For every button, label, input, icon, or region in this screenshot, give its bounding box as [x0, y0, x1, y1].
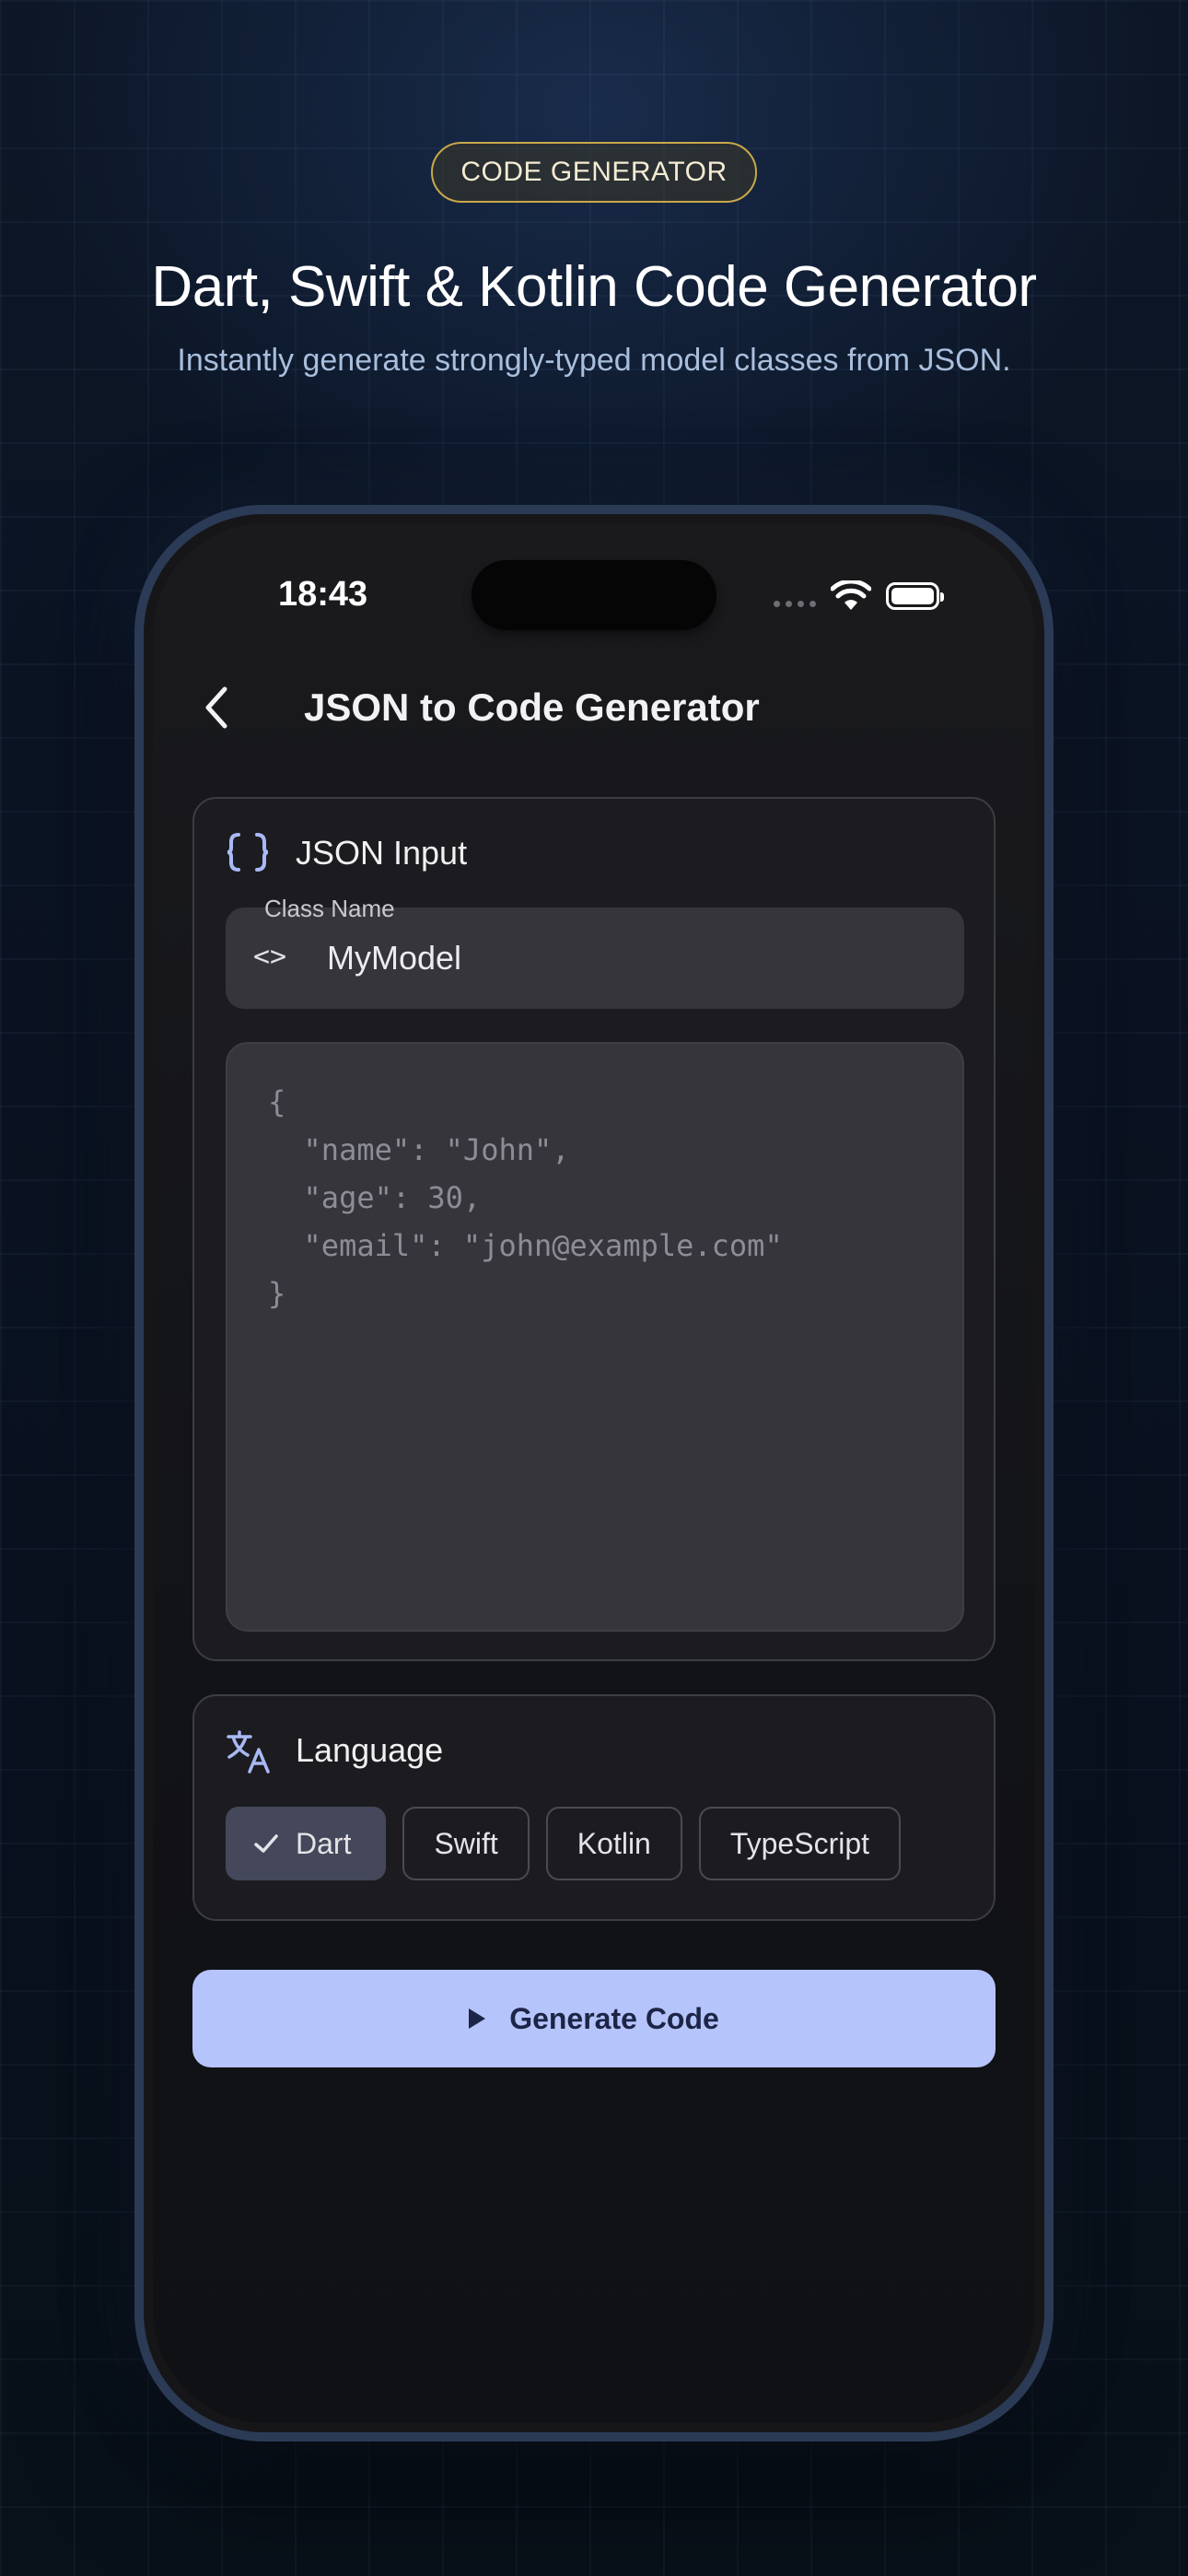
- screen-title: JSON to Code Generator: [304, 685, 760, 729]
- promo-subheadline: Instantly generate strongly-typed model …: [177, 343, 1011, 378]
- dynamic-island: [472, 560, 716, 630]
- json-input-title: JSON Input: [296, 834, 468, 872]
- play-icon: [469, 2008, 486, 2029]
- status-indicators: [774, 580, 949, 617]
- category-badge: CODE GENERATOR: [431, 142, 757, 203]
- json-line: "email": "john@example.com": [268, 1228, 783, 1263]
- json-line: }: [268, 1276, 286, 1311]
- language-title: Language: [296, 1731, 444, 1769]
- generate-code-button[interactable]: Generate Code: [192, 1970, 996, 2067]
- json-line: "name": "John",: [268, 1132, 570, 1167]
- chip-kotlin[interactable]: Kotlin: [545, 1807, 682, 1880]
- code-brackets-icon: <>: [253, 941, 287, 973]
- chip-dart[interactable]: Dart: [226, 1807, 387, 1880]
- status-time: 18:43: [278, 575, 368, 614]
- chip-label: Kotlin: [577, 1826, 651, 1860]
- json-line: "age": 30,: [268, 1180, 482, 1215]
- check-icon: [254, 1834, 278, 1853]
- wifi-icon: [831, 580, 871, 610]
- battery-icon: [886, 582, 944, 610]
- back-chevron-icon[interactable]: [193, 682, 245, 733]
- translate-icon: [227, 1730, 270, 1774]
- json-line: {: [268, 1084, 286, 1119]
- generate-code-label: Generate Code: [509, 2001, 719, 2035]
- class-name-value: MyModel: [327, 939, 462, 977]
- chip-swift[interactable]: Swift: [402, 1807, 530, 1880]
- promo-headline: Dart, Swift & Kotlin Code Generator: [151, 255, 1037, 319]
- language-card: Language Dart Swift Kotlin TypeScript: [192, 1694, 996, 1921]
- chip-label: Dart: [296, 1826, 352, 1860]
- chip-label: Swift: [434, 1826, 498, 1860]
- chip-typescript[interactable]: TypeScript: [698, 1807, 902, 1880]
- language-chip-group: Dart Swift Kotlin TypeScript: [226, 1807, 902, 1880]
- cellular-signal-icon: [774, 601, 816, 607]
- json-textarea[interactable]: { "name": "John", "age": 30, "email": "j…: [226, 1042, 964, 1632]
- class-name-label: Class Name: [264, 895, 395, 922]
- chip-label: TypeScript: [729, 1826, 870, 1860]
- json-input-card: JSON Input <> MyModel Class Name { "name…: [192, 797, 996, 1661]
- curly-braces-icon: [227, 833, 269, 872]
